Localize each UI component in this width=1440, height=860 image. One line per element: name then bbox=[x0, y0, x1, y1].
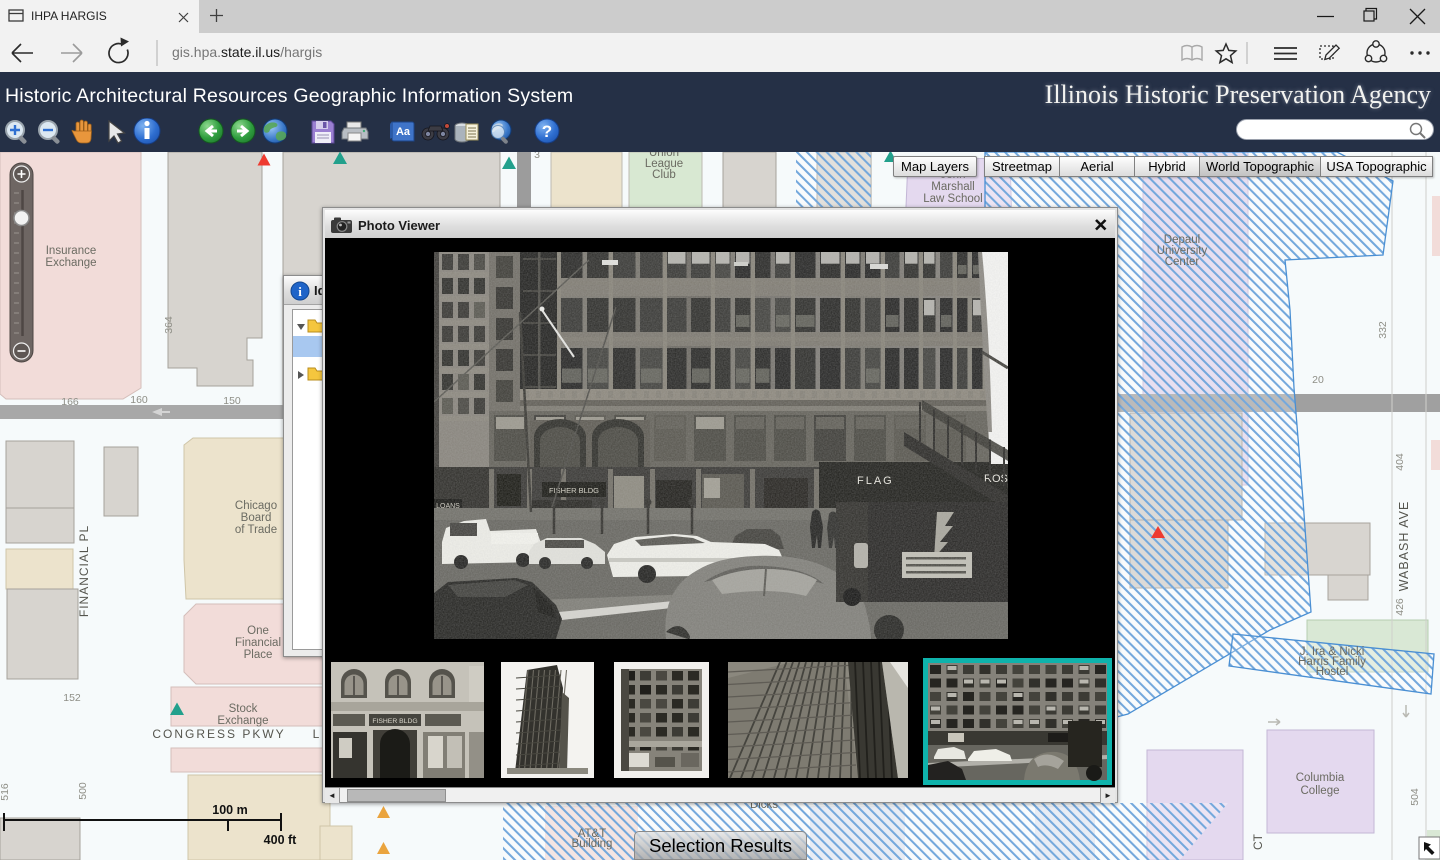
svg-text:Exchange: Exchange bbox=[45, 257, 96, 269]
svg-text:160: 160 bbox=[130, 394, 148, 406]
svg-text:400 ft: 400 ft bbox=[264, 833, 297, 847]
svg-text:of Trade: of Trade bbox=[235, 524, 277, 536]
svg-text:One: One bbox=[247, 625, 269, 637]
svg-text:College: College bbox=[1301, 785, 1340, 797]
svg-text:Columbia: Columbia bbox=[1296, 772, 1345, 784]
svg-text:WABASH AVE: WABASH AVE bbox=[1397, 501, 1411, 592]
svg-text:CT: CT bbox=[1251, 833, 1265, 850]
svg-text:?: ? bbox=[542, 122, 552, 141]
svg-text:FISHER BLDG: FISHER BLDG bbox=[372, 718, 417, 725]
svg-text:516: 516 bbox=[0, 783, 11, 801]
svg-text:100 m: 100 m bbox=[212, 803, 247, 817]
svg-text:Stock: Stock bbox=[229, 703, 258, 715]
svg-text:152: 152 bbox=[63, 692, 81, 704]
svg-text:Law School: Law School bbox=[923, 193, 982, 205]
svg-text:332: 332 bbox=[1377, 321, 1389, 339]
svg-text:Chicago: Chicago bbox=[235, 500, 277, 512]
svg-text:CONGRESS PKWY: CONGRESS PKWY bbox=[152, 727, 285, 741]
svg-text:404: 404 bbox=[1394, 453, 1406, 471]
svg-text:L: L bbox=[313, 727, 320, 741]
svg-text:Center: Center bbox=[1165, 256, 1200, 268]
svg-text:3: 3 bbox=[534, 152, 540, 161]
svg-text:504: 504 bbox=[1409, 788, 1421, 806]
svg-text:Exchange: Exchange bbox=[217, 715, 268, 727]
svg-text:Place: Place bbox=[244, 649, 273, 661]
svg-text:Aa: Aa bbox=[396, 126, 411, 138]
svg-text:500: 500 bbox=[77, 782, 89, 800]
svg-text:Marshall: Marshall bbox=[931, 181, 974, 193]
svg-text:i: i bbox=[298, 284, 302, 299]
svg-text:20: 20 bbox=[1312, 374, 1324, 386]
svg-text:Club: Club bbox=[652, 169, 676, 181]
svg-text:Hostel: Hostel bbox=[1316, 666, 1349, 678]
svg-text:364: 364 bbox=[163, 316, 175, 334]
svg-text:Board: Board bbox=[241, 512, 272, 524]
svg-text:FINANCIAL PL: FINANCIAL PL bbox=[77, 525, 91, 617]
svg-text:Insurance: Insurance bbox=[46, 245, 97, 257]
svg-text:166: 166 bbox=[61, 396, 79, 408]
svg-text:Financial: Financial bbox=[235, 637, 281, 649]
svg-text:150: 150 bbox=[223, 395, 241, 407]
svg-text:Building: Building bbox=[572, 838, 613, 850]
svg-text:426: 426 bbox=[1394, 598, 1406, 616]
